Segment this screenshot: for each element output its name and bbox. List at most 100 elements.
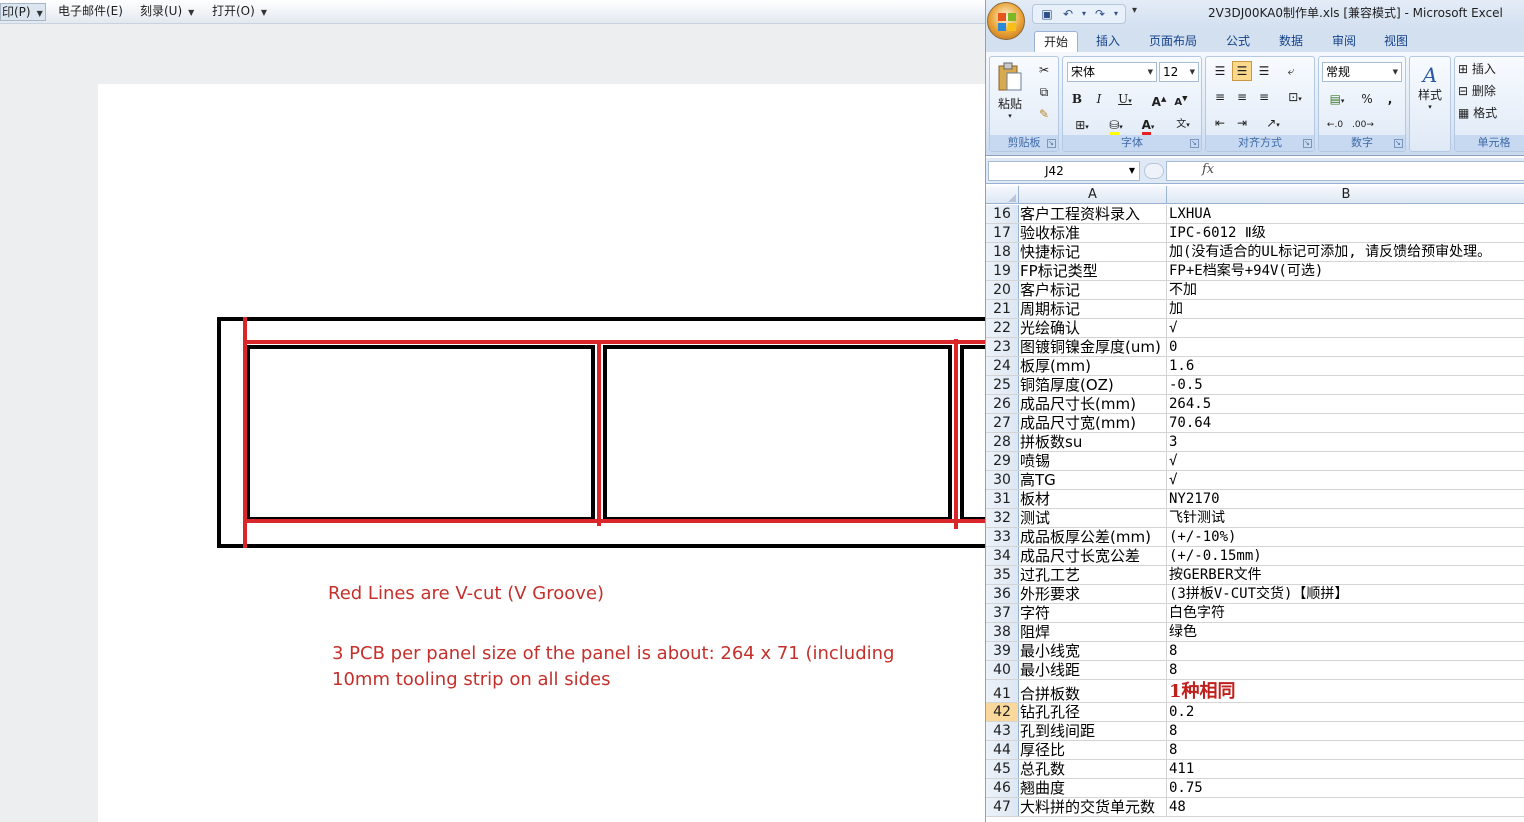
italic-button[interactable]: I — [1089, 89, 1109, 109]
cell-a[interactable]: 字符 — [1019, 604, 1167, 622]
cell-a[interactable]: 外形要求 — [1019, 585, 1167, 603]
cell-b[interactable]: (+/-10%) — [1167, 528, 1524, 546]
row-header[interactable]: 44 — [986, 741, 1019, 759]
cell-b[interactable]: 48 — [1167, 798, 1524, 816]
row-header[interactable]: 19 — [986, 262, 1019, 280]
align-center-button[interactable]: ≡ — [1232, 87, 1252, 107]
row-header[interactable]: 38 — [986, 623, 1019, 641]
number-launcher-icon[interactable]: ↘ — [1394, 139, 1403, 148]
cell-b[interactable]: √ — [1167, 471, 1524, 489]
cell-a[interactable]: 合拼板数 — [1019, 680, 1167, 702]
cell-a[interactable]: 喷锡 — [1019, 452, 1167, 470]
font-name-combo[interactable]: 宋体 ▼ — [1067, 62, 1157, 82]
tab-data[interactable]: 数据 — [1269, 31, 1313, 52]
cell-b[interactable]: (+/-0.15mm) — [1167, 547, 1524, 565]
accounting-format-button[interactable]: ▤▾ — [1322, 89, 1352, 109]
cell-a[interactable]: 最小线宽 — [1019, 642, 1167, 660]
row-header[interactable]: 21 — [986, 300, 1019, 318]
save-icon[interactable]: ▣ — [1038, 6, 1056, 22]
cell-b[interactable]: 0.2 — [1167, 703, 1524, 721]
row-header[interactable]: 30 — [986, 471, 1019, 489]
decrease-decimal-button[interactable]: .00→ — [1350, 115, 1376, 135]
increase-decimal-button[interactable]: ←.0 — [1322, 115, 1348, 135]
font-color-button[interactable]: A▾ — [1133, 115, 1163, 135]
print-menu-button[interactable]: 印(P) ▼ — [0, 3, 46, 21]
row-header[interactable]: 41 — [986, 680, 1019, 702]
cell-b[interactable]: 3 — [1167, 433, 1524, 451]
styles-button[interactable]: A 样式 ▾ — [1412, 61, 1448, 131]
cell-b[interactable]: 8 — [1167, 642, 1524, 660]
cell-a[interactable]: FP标记类型 — [1019, 262, 1167, 280]
row-header[interactable]: 29 — [986, 452, 1019, 470]
cell-b[interactable]: 按GERBER文件 — [1167, 566, 1524, 584]
cell-a[interactable]: 测试 — [1019, 509, 1167, 527]
row-header[interactable]: 27 — [986, 414, 1019, 432]
redo-dropdown-icon[interactable]: ▾ — [1112, 6, 1120, 22]
cell-b[interactable]: (3拼板V-CUT交货)【顺拼】 — [1167, 585, 1524, 603]
row-header[interactable]: 20 — [986, 281, 1019, 299]
cell-b[interactable]: 411 — [1167, 760, 1524, 778]
cell-b[interactable]: 白色字符 — [1167, 604, 1524, 622]
insert-function-icon[interactable]: fx — [1202, 162, 1214, 177]
row-header[interactable]: 28 — [986, 433, 1019, 451]
cell-a[interactable]: 大料拼的交货单元数 — [1019, 798, 1167, 816]
cell-b[interactable]: 8 — [1167, 722, 1524, 740]
row-header[interactable]: 42 — [986, 703, 1019, 721]
align-right-button[interactable]: ≡ — [1254, 87, 1274, 107]
office-button[interactable] — [987, 2, 1025, 40]
cell-b[interactable]: 加(没有适合的UL标记可添加, 请反馈给预审处理。 — [1167, 243, 1524, 261]
cell-b[interactable]: IPC-6012 Ⅱ级 — [1167, 224, 1524, 242]
font-launcher-icon[interactable]: ↘ — [1190, 139, 1199, 148]
row-header[interactable]: 36 — [986, 585, 1019, 603]
tab-review[interactable]: 审阅 — [1322, 31, 1366, 52]
tab-home[interactable]: 开始 — [1034, 31, 1078, 52]
cell-a[interactable]: 总孔数 — [1019, 760, 1167, 778]
cell-b[interactable]: 飞针测试 — [1167, 509, 1524, 527]
undo-dropdown-icon[interactable]: ▾ — [1080, 6, 1088, 22]
row-header[interactable]: 35 — [986, 566, 1019, 584]
decrease-indent-button[interactable]: ⇤ — [1210, 113, 1230, 133]
paste-button[interactable]: 粘贴 ▾ — [992, 59, 1028, 129]
align-top-button[interactable]: ☰ — [1210, 61, 1230, 81]
cell-a[interactable]: 成品板厚公差(mm) — [1019, 528, 1167, 546]
row-header[interactable]: 25 — [986, 376, 1019, 394]
formula-input[interactable] — [1166, 161, 1524, 181]
cell-b[interactable]: 8 — [1167, 741, 1524, 759]
cell-a[interactable]: 拼板数su — [1019, 433, 1167, 451]
cell-b[interactable]: 1.6 — [1167, 357, 1524, 375]
alignment-launcher-icon[interactable]: ↘ — [1303, 139, 1312, 148]
cell-b[interactable]: LXHUA — [1167, 205, 1524, 223]
cell-a[interactable]: 板厚(mm) — [1019, 357, 1167, 375]
cell-b[interactable]: 加 — [1167, 300, 1524, 318]
cell-b[interactable]: 绿色 — [1167, 623, 1524, 641]
row-header[interactable]: 24 — [986, 357, 1019, 375]
cell-a[interactable]: 最小线距 — [1019, 661, 1167, 679]
delete-cells-button[interactable]: ⊟ 删除 — [1457, 81, 1524, 101]
cell-a[interactable]: 铜箔厚度(OZ) — [1019, 376, 1167, 394]
cell-a[interactable]: 客户工程资料录入 — [1019, 205, 1167, 223]
bold-button[interactable]: B — [1067, 89, 1087, 109]
column-header-b[interactable]: B — [1167, 186, 1524, 204]
row-header[interactable]: 31 — [986, 490, 1019, 508]
insert-cells-button[interactable]: ⊞ 插入 — [1457, 59, 1524, 79]
row-header[interactable]: 45 — [986, 760, 1019, 778]
row-header[interactable]: 47 — [986, 798, 1019, 816]
select-all-button[interactable] — [986, 186, 1019, 204]
cell-b[interactable]: NY2170 — [1167, 490, 1524, 508]
align-middle-button[interactable]: ☰ — [1232, 61, 1252, 81]
copy-button[interactable]: ⧉ — [1034, 82, 1054, 102]
formula-bar-handle[interactable] — [1144, 163, 1164, 179]
cell-a[interactable]: 过孔工艺 — [1019, 566, 1167, 584]
column-header-a[interactable]: A — [1019, 186, 1167, 204]
align-bottom-button[interactable]: ☰ — [1254, 61, 1274, 81]
cell-a[interactable]: 钻孔孔径 — [1019, 703, 1167, 721]
row-header[interactable]: 17 — [986, 224, 1019, 242]
row-header[interactable]: 16 — [986, 205, 1019, 223]
align-left-button[interactable]: ≡ — [1210, 87, 1230, 107]
grow-font-button[interactable]: A▲ — [1149, 89, 1169, 109]
borders-button[interactable]: ⊞▾ — [1067, 115, 1097, 135]
open-menu-button[interactable]: 打开(O) ▼ — [212, 3, 267, 21]
tab-page-layout[interactable]: 页面布局 — [1138, 31, 1208, 52]
percent-button[interactable]: % — [1356, 89, 1378, 109]
row-header[interactable]: 23 — [986, 338, 1019, 356]
